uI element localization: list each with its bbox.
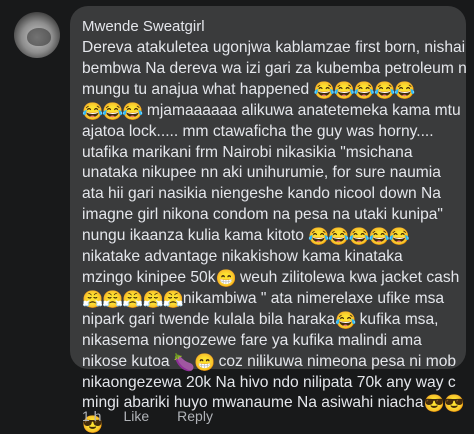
comment-line: ajatoa lock..... mm ctawaficha the guy w… [82,122,456,143]
comment-line-text: mungu tu anajua what happened [82,80,314,98]
comment-line: nikose kutoa 🍆😁 coz nilikuwa nimeona pes… [82,352,456,373]
comment-line-text: bembwa Na dereva wa izi gari za kubemba … [82,59,467,77]
comment-line: Dereva atakuletea ugonjwa kablamzae firs… [82,38,465,59]
comment-line: nipark gari twende kulala bila haraka😂 k… [82,310,456,331]
comment-author[interactable]: Mwende Sweatgirl [82,17,456,37]
comment-line: ata hii gari nasikia niengeshe kando nic… [82,184,456,205]
comment-line: 😤😤😤😤😤nikambiwa " ata nimerelaxe ufike ms… [82,289,456,310]
comment-line-text-after: nikambiwa " ata nimerelaxe ufike msa [182,289,445,307]
comment-line-text: ajatoa lock..... mm ctawaficha the guy w… [82,122,434,140]
comment-line: utafika marikani frm Nairobi nikasikia "… [82,143,456,164]
comment-line-text-after: coz nilikuwa nimeona pesa ni mob [214,352,457,370]
like-button[interactable]: Like [123,408,149,424]
reply-button[interactable]: Reply [177,408,213,424]
comment-line: nungu ikaanza kulia kama kitoto 😂😂😂😂😂 [82,226,456,247]
comment-line: unataka nikupee nn aki unihurumie, for s… [82,163,456,184]
comment-line-text: nikasema niongozewe fare ya kufika malin… [82,331,422,349]
comment-line-text: nipark gari twende kulala bila haraka [82,310,336,328]
comment-line-text: nikatake advantage nikakishow kama kinat… [82,248,403,266]
comment-actions: 1 h Like Reply [82,408,213,424]
comment-line-text: unataka nikupee nn aki unihurumie, for s… [82,164,441,182]
comment-body: Dereva atakuletea ugonjwa kablamzae firs… [82,38,467,434]
emoji-icon: 😎😎 [423,394,465,414]
comment-line-text-after: kufika msa, [355,310,439,328]
comment-line-text: nikose kutoa [82,352,174,370]
comment-line-text: mzingo kinipee 50k [82,268,216,286]
avatar-face [27,28,51,46]
emoji-icon: 😁 [215,268,237,288]
comment-line: nikatake advantage nikakishow kama kinat… [82,247,456,268]
emoji-icon: 😂😂😂😂😂 [313,80,416,100]
comment-line-text: nungu ikaanza kulia kama kitoto [82,227,309,245]
emoji-icon: 😂 [335,310,356,330]
comment-line: bembwa Na dereva wa izi gari za kubemba … [82,59,467,80]
emoji-icon: 😂😂😂😂😂 [308,227,410,247]
comment-bubble: Mwende Sweatgirl Dereva atakuletea ugonj… [70,6,467,433]
avatar[interactable] [14,12,60,58]
comment-line: mzingo kinipee 50k😁 weuh zilitolewa kwa … [82,268,459,289]
comment-line-text: utafika marikani frm Nairobi nikasikia "… [82,143,413,161]
comment-line: 😂😂😂 mjamaaaaaa alikuwa anatetemeka kama … [82,101,461,122]
comment-line-text-after: weuh zilitolewa kwa jacket cash [235,268,460,286]
comment-line-text: nikaongezewa 20k Na hivo ndo nilipata 70… [82,373,456,391]
comment-screen: Mwende Sweatgirl Dereva atakuletea ugonj… [0,0,474,434]
emoji-icon: 😤😤😤😤😤 [82,289,184,309]
emoji-icon: 😂😂😂 [82,101,144,121]
comment-line: nikasema niongozewe fare ya kufika malin… [82,331,456,352]
comment-line-text: ata hii gari nasikia niengeshe kando nic… [82,185,441,203]
comment-line: nikaongezewa 20k Na hivo ndo nilipata 70… [82,373,456,394]
comment-line: mungu tu anajua what happened 😂😂😂😂😂 [82,80,456,101]
comment-line-text-after: mjamaaaaaa alikuwa anatetemeka kama mtu [142,101,461,119]
comment-line: imagne girl nikona condom na pesa na uta… [82,205,456,226]
comment-timestamp[interactable]: 1 h [82,408,101,424]
comment-line-text: Dereva atakuletea ugonjwa kablamzae firs… [82,39,466,56]
emoji-icon: 🍆😁 [173,352,215,372]
comment-line-text: imagne girl nikona condom na pesa na uta… [82,206,443,224]
